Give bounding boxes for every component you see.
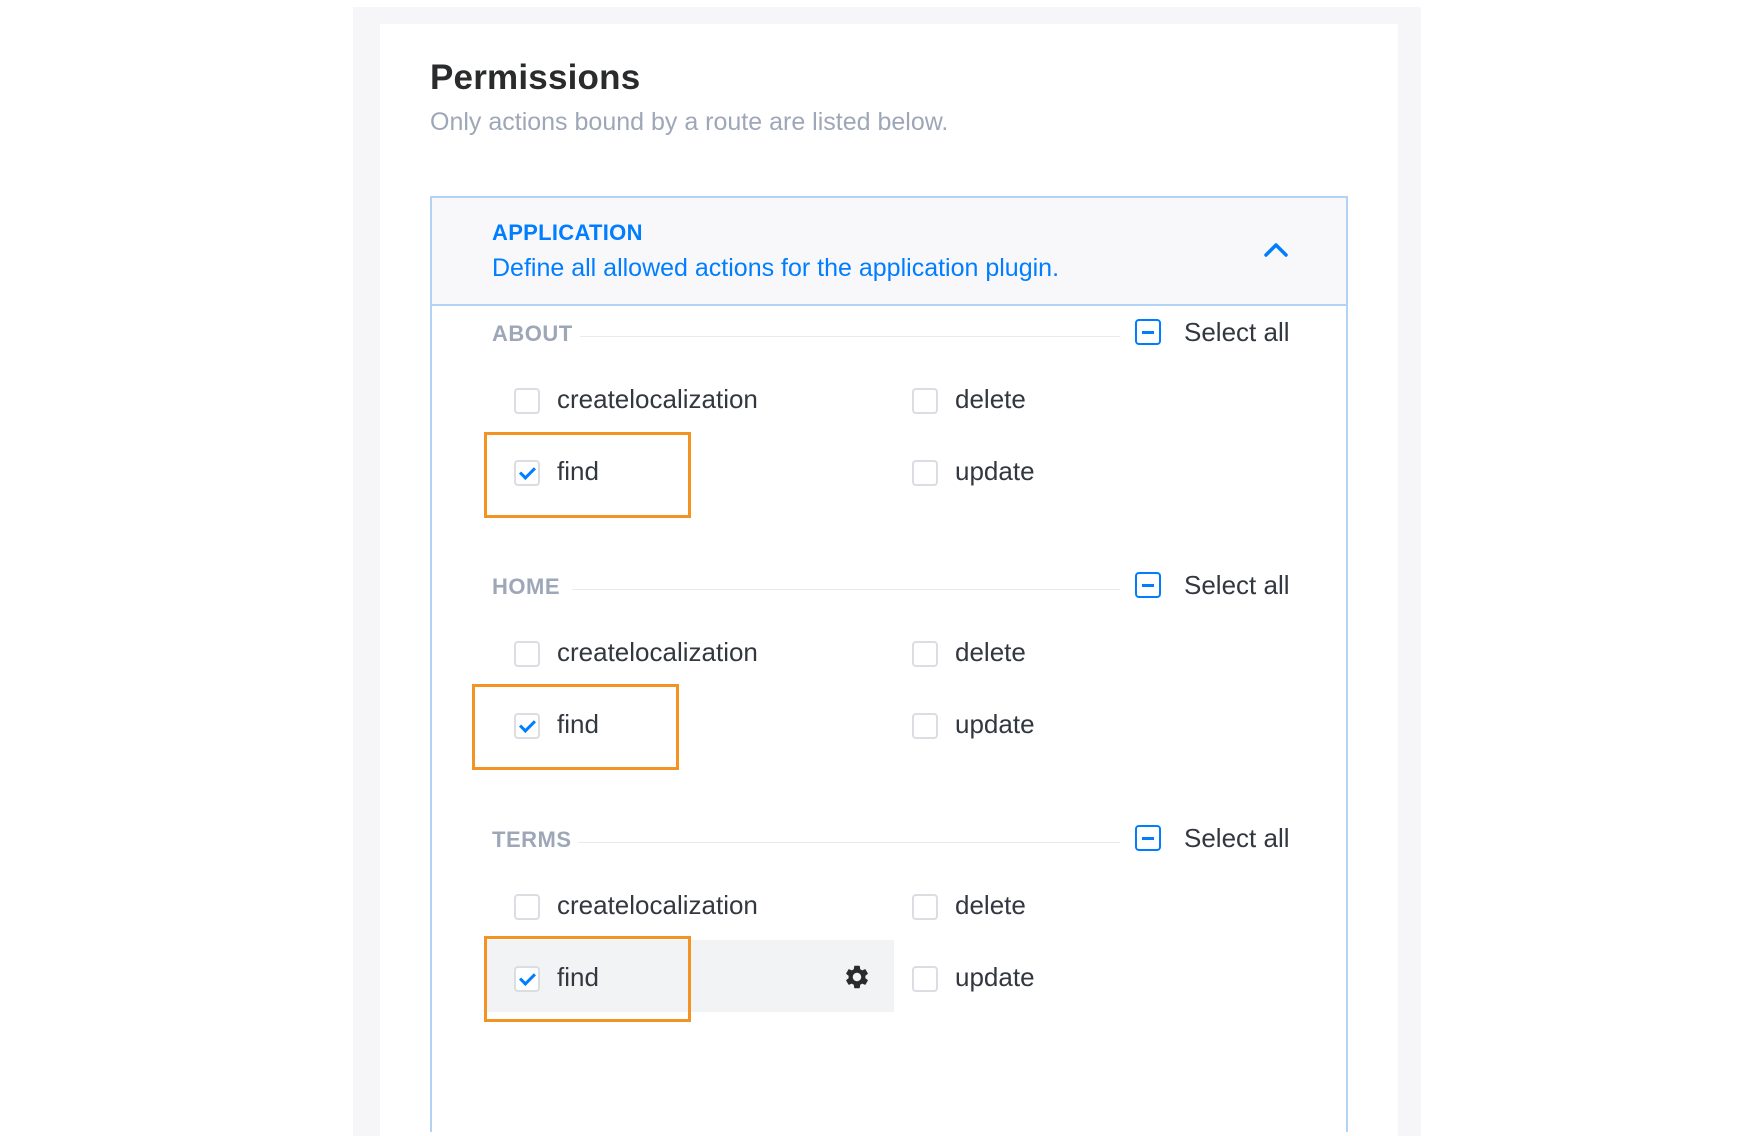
section-header-terms: TERMS Select all — [492, 823, 1292, 857]
permission-label: delete — [955, 637, 1026, 667]
section-divider — [578, 842, 1120, 843]
permission-label: createlocalization — [557, 384, 758, 414]
section-divider — [580, 336, 1120, 337]
permission-label: find — [557, 709, 599, 739]
checkbox-checked[interactable] — [514, 460, 540, 486]
section-title: HOME — [492, 574, 560, 599]
select-all-checkbox[interactable] — [1135, 825, 1161, 851]
select-all-checkbox[interactable] — [1135, 572, 1161, 598]
select-all-label: Select all — [1184, 570, 1290, 600]
section-title: ABOUT — [492, 321, 573, 346]
permission-label: createlocalization — [557, 637, 758, 667]
select-all-about[interactable]: Select all — [1135, 317, 1305, 348]
checkbox[interactable] — [912, 713, 938, 739]
permission-label: find — [557, 962, 599, 992]
checkbox[interactable] — [514, 388, 540, 414]
checkbox[interactable] — [912, 460, 938, 486]
permission-label: update — [955, 709, 1035, 739]
permission-label: delete — [955, 890, 1026, 920]
page-subtitle: Only actions bound by a route are listed… — [430, 108, 949, 136]
checkbox[interactable] — [912, 966, 938, 992]
plugin-name: APPLICATION — [492, 220, 643, 245]
select-all-terms[interactable]: Select all — [1135, 823, 1305, 854]
select-all-label: Select all — [1184, 823, 1290, 853]
checkbox-checked[interactable] — [514, 966, 540, 992]
permission-label: createlocalization — [557, 890, 758, 920]
select-all-label: Select all — [1184, 317, 1290, 347]
plugin-accordion: APPLICATION Define all allowed actions f… — [430, 196, 1348, 1132]
plugin-description: Define all allowed actions for the appli… — [492, 254, 1060, 282]
permission-label: update — [955, 456, 1035, 486]
checkbox[interactable] — [912, 894, 938, 920]
permission-label: find — [557, 456, 599, 486]
checkbox[interactable] — [912, 388, 938, 414]
section-divider — [572, 589, 1120, 590]
chevron-up-icon[interactable] — [1262, 240, 1290, 260]
section-title: TERMS — [492, 827, 572, 852]
select-all-home[interactable]: Select all — [1135, 570, 1305, 601]
checkbox[interactable] — [912, 641, 938, 667]
section-header-about: ABOUT Select all — [492, 317, 1292, 351]
section-header-home: HOME Select all — [492, 570, 1292, 604]
checkbox[interactable] — [514, 894, 540, 920]
permission-label: update — [955, 962, 1035, 992]
permission-label: delete — [955, 384, 1026, 414]
checkbox[interactable] — [514, 641, 540, 667]
plugin-accordion-header[interactable]: APPLICATION Define all allowed actions f… — [432, 198, 1346, 306]
select-all-checkbox[interactable] — [1135, 319, 1161, 345]
checkbox-checked[interactable] — [514, 713, 540, 739]
page-title: Permissions — [430, 58, 641, 97]
gear-icon[interactable] — [843, 963, 871, 991]
